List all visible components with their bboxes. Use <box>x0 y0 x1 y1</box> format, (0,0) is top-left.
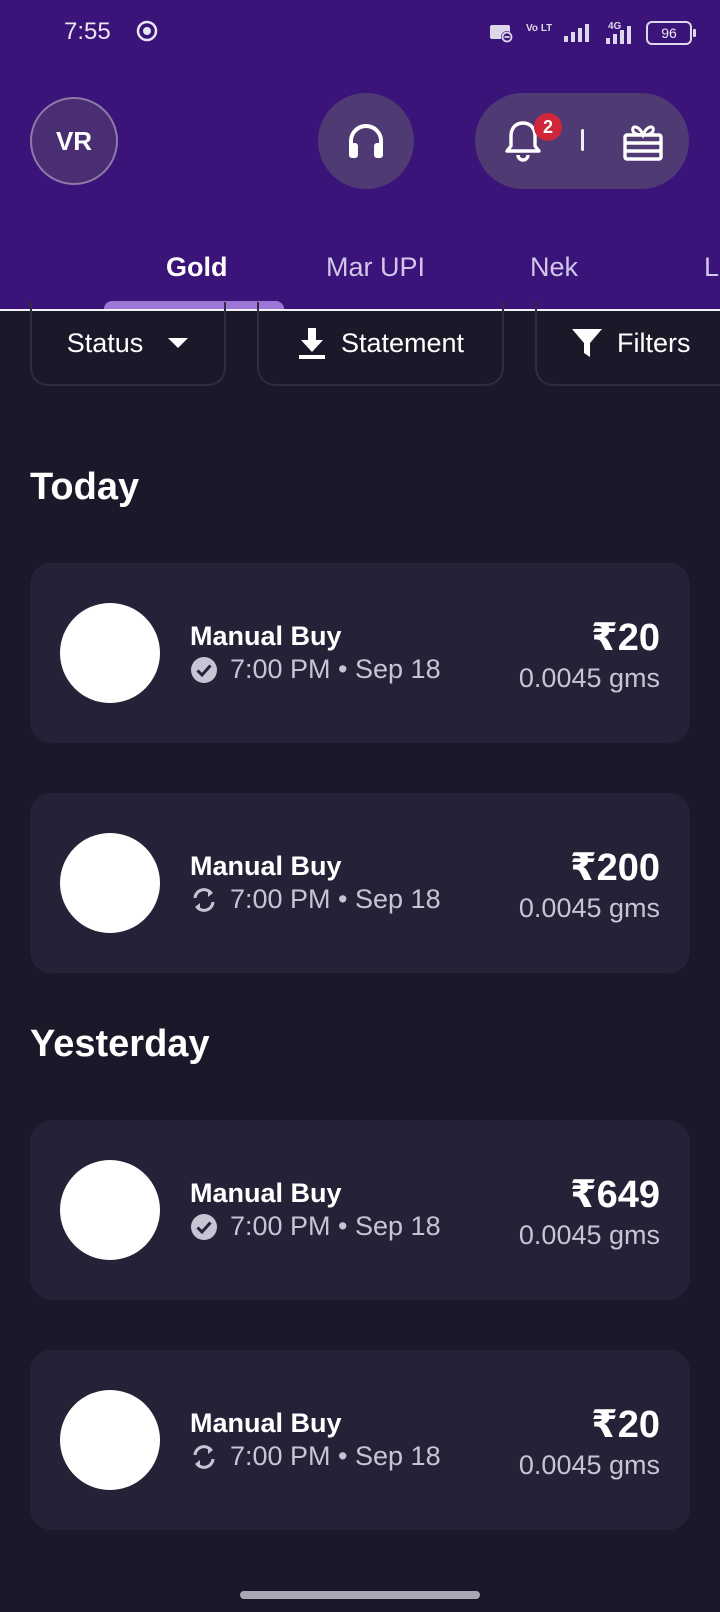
headphones-icon <box>349 124 383 158</box>
section-title-today: Today <box>30 466 140 508</box>
download-icon <box>298 328 325 359</box>
transaction-time: 7:00 PM • Sep 18 <box>230 1441 441 1471</box>
transaction-time: 7:00 PM • Sep 18 <box>230 884 441 914</box>
transaction-amount: ₹649 <box>570 1174 660 1216</box>
transaction-quantity: 0.0045 gms <box>518 1450 660 1480</box>
transaction-time: 7:00 PM • Sep 18 <box>230 1211 441 1241</box>
transaction-title: Manual Buy <box>190 1178 342 1208</box>
transaction-thumbnail <box>60 1160 160 1260</box>
transaction-quantity: 0.0045 gms <box>518 663 660 693</box>
profile-avatar[interactable]: VR <box>30 97 118 185</box>
transaction-card[interactable]: Manual Buy 7:00 PM • Sep 18 ₹20 0.0045 g… <box>30 563 690 743</box>
transaction-time: 7:00 PM • Sep 18 <box>230 654 441 684</box>
divider <box>581 129 584 151</box>
signal-icon <box>564 24 589 42</box>
cast-icon <box>490 25 513 43</box>
notification-badge: 2 <box>534 113 562 141</box>
tab-mar-upi[interactable]: Mar UPI <box>326 252 425 283</box>
section-title-yesterday: Yesterday <box>30 1023 210 1065</box>
notification-app-icon <box>136 20 158 42</box>
sync-icon <box>193 887 215 912</box>
volte-icon: Vo LTE2 <box>526 23 552 34</box>
filters-label: Filters <box>617 327 691 358</box>
app-header: 7:55 Vo LTE2 4G 96 VR <box>0 0 720 310</box>
tab-nek[interactable]: Nek <box>530 252 578 283</box>
gift-icon[interactable] <box>621 121 665 163</box>
statement-label: Statement <box>340 327 465 358</box>
support-button[interactable] <box>318 93 414 189</box>
tab-bar: Gold Mar UPI Nek L <box>0 240 720 310</box>
transaction-quantity: 0.0045 gms <box>518 1220 660 1250</box>
filters-button[interactable]: Filters <box>535 302 720 386</box>
check-circle-icon <box>191 1213 217 1240</box>
transaction-title: Manual Buy <box>190 1408 342 1438</box>
volte-text: Vo LTE2 <box>526 23 552 34</box>
statement-button[interactable]: Statement <box>257 302 504 386</box>
transaction-thumbnail <box>60 833 160 933</box>
transaction-meta: 7:00 PM • Sep 18 <box>190 654 441 685</box>
tab-gold[interactable]: Gold <box>166 252 228 283</box>
battery-indicator: 96 <box>646 21 696 45</box>
sync-icon <box>193 1444 215 1469</box>
transaction-title: Manual Buy <box>190 621 342 651</box>
home-indicator[interactable] <box>240 1591 480 1599</box>
transaction-amount: ₹200 <box>570 847 660 889</box>
transaction-thumbnail <box>60 603 160 703</box>
status-filter-label: Status <box>66 327 144 358</box>
caret-down-icon <box>168 338 189 348</box>
status-filter-button[interactable]: Status <box>30 302 226 386</box>
notifications-rewards-pill: 2 <box>475 93 689 189</box>
transaction-quantity: 0.0045 gms <box>518 893 660 923</box>
transaction-meta: 7:00 PM • Sep 18 <box>190 1211 441 1242</box>
status-time: 7:55 <box>64 18 111 45</box>
transaction-amount: ₹20 <box>591 617 660 659</box>
signal-4g-icon: 4G <box>606 21 631 44</box>
tab-l[interactable]: L <box>704 252 719 283</box>
transaction-thumbnail <box>60 1390 160 1490</box>
transaction-title: Manual Buy <box>190 851 342 881</box>
transaction-amount: ₹20 <box>591 1404 660 1446</box>
transaction-card[interactable]: Manual Buy 7:00 PM • Sep 18 ₹200 0.0045 … <box>30 793 690 973</box>
transaction-meta: 7:00 PM • Sep 18 <box>190 884 441 915</box>
transaction-card[interactable]: Manual Buy 7:00 PM • Sep 18 ₹649 0.0045 … <box>30 1120 690 1300</box>
transaction-card[interactable]: Manual Buy 7:00 PM • Sep 18 ₹20 0.0045 g… <box>30 1350 690 1530</box>
transaction-meta: 7:00 PM • Sep 18 <box>190 1441 441 1472</box>
status-icons: Vo LTE2 4G 96 <box>488 18 696 48</box>
network-text: 4G <box>608 21 622 32</box>
funnel-icon <box>572 329 602 357</box>
check-circle-icon <box>191 656 217 683</box>
